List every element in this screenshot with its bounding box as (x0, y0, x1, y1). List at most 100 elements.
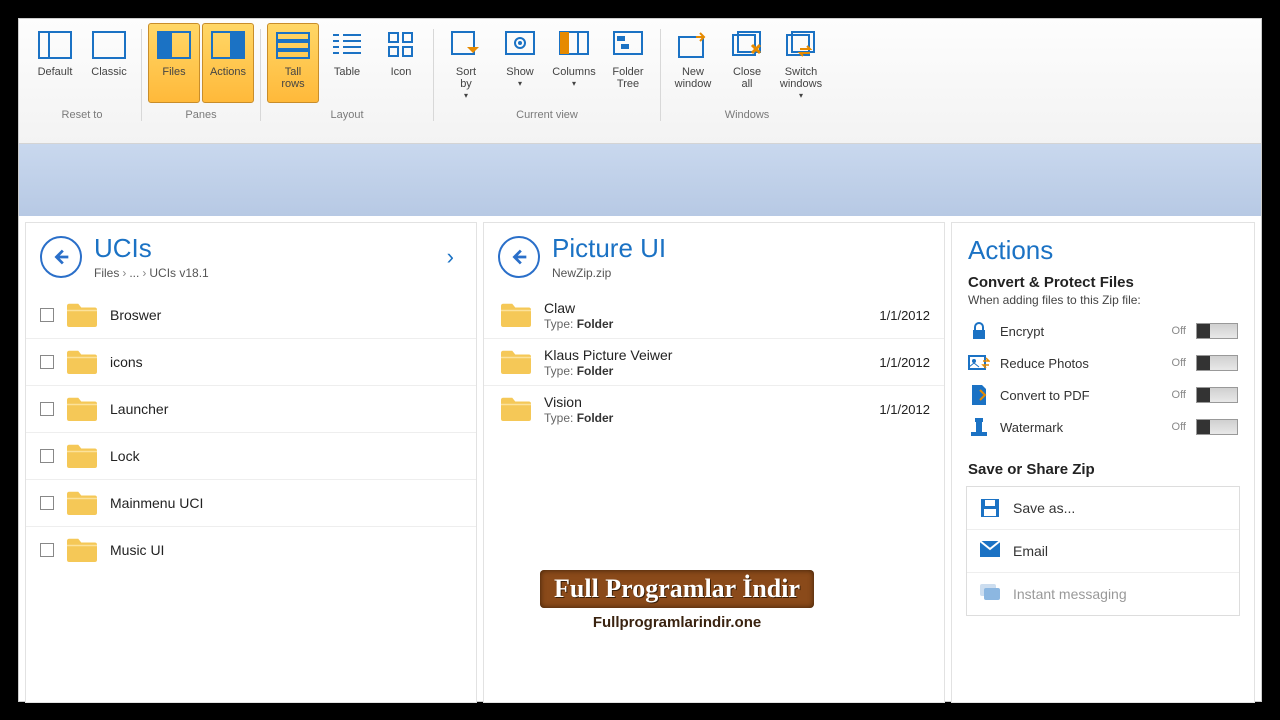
checkbox[interactable] (40, 496, 54, 510)
convert-heading: Convert & Protect Files (952, 270, 1254, 293)
file-name: Lock (110, 448, 462, 464)
encrypt-toggle[interactable] (1196, 323, 1238, 339)
group-label: Panes (185, 109, 216, 121)
toggle-label: Convert to PDF (1000, 388, 1162, 403)
left-pane-breadcrumb[interactable]: Files›...›UCIs v18.1 (94, 266, 209, 280)
address-bar (19, 144, 1261, 216)
checkbox[interactable] (40, 449, 54, 463)
breadcrumb-segment[interactable]: UCIs v18.1 (149, 266, 208, 280)
columns-icon (557, 28, 591, 62)
file-row[interactable]: Mainmenu UCI (26, 479, 476, 526)
reduce-photos-row: Reduce PhotosOff (952, 347, 1254, 379)
file-row[interactable]: Broswer (26, 292, 476, 338)
convert-pdf-icon (968, 384, 990, 406)
file-date: 1/1/2012 (879, 355, 930, 370)
file-name: Broswer (110, 307, 462, 323)
mid-pane-path[interactable]: NewZip.zip (552, 266, 666, 280)
file-row[interactable]: Launcher (26, 385, 476, 432)
back-button[interactable] (40, 236, 82, 278)
zip-contents-pane: Picture UI NewZip.zip ClawType: Folder1/… (483, 222, 945, 703)
table-icon (330, 28, 364, 62)
breadcrumb-segment[interactable]: ... (129, 266, 139, 280)
save-as-button[interactable]: Save as... (967, 487, 1239, 530)
group-label: Layout (330, 109, 363, 121)
close-all-icon (730, 28, 764, 62)
checkbox[interactable] (40, 308, 54, 322)
email-button[interactable]: Email (967, 530, 1239, 573)
forward-button[interactable]: › (439, 244, 462, 270)
folder-tree-icon (611, 28, 645, 62)
reduce-photos-icon (968, 352, 990, 374)
classic-button[interactable]: Classic (83, 23, 135, 103)
file-name: Klaus Picture Veiwer (544, 347, 879, 363)
switch-windows-button[interactable]: Switch windows▾ (775, 23, 827, 103)
table-button[interactable]: Table (321, 23, 373, 103)
watermark-row: WatermarkOff (952, 411, 1254, 443)
file-name: Music UI (110, 542, 462, 558)
file-name: icons (110, 354, 462, 370)
convert-desc: When adding files to this Zip file: (952, 293, 1254, 315)
actions-button[interactable]: Actions (202, 23, 254, 103)
checkbox[interactable] (40, 402, 54, 416)
dropdown-icon: ▾ (572, 79, 576, 88)
save-as-icon (979, 497, 1001, 519)
file-row[interactable]: Music UI (26, 526, 476, 573)
watermark-toggle[interactable] (1196, 419, 1238, 435)
dropdown-icon: ▾ (799, 91, 803, 100)
folder-tree-button[interactable]: Folder Tree (602, 23, 654, 103)
share-heading: Save or Share Zip (952, 457, 1254, 480)
new-window-button[interactable]: New window (667, 23, 719, 103)
reduce-photos-toggle[interactable] (1196, 355, 1238, 371)
instant-messaging-button[interactable]: Instant messaging (967, 573, 1239, 615)
convert-pdf-toggle[interactable] (1196, 387, 1238, 403)
checkbox[interactable] (40, 355, 54, 369)
instant-messaging-icon (979, 583, 1001, 605)
columns-button[interactable]: Columns▾ (548, 23, 600, 103)
back-button[interactable] (498, 236, 540, 278)
mid-pane-title: Picture UI (552, 233, 666, 264)
dropdown-icon: ▾ (518, 79, 522, 88)
ribbon: DefaultClassicReset toFilesActionsPanesT… (19, 19, 1261, 144)
group-label: Current view (516, 109, 578, 121)
watermark-icon (968, 416, 990, 438)
show-button[interactable]: Show▾ (494, 23, 546, 103)
sort-by-button[interactable]: Sort by▾ (440, 23, 492, 103)
toggle-label: Watermark (1000, 420, 1162, 435)
file-name: Claw (544, 300, 879, 316)
default-button[interactable]: Default (29, 23, 81, 103)
file-row[interactable]: Lock (26, 432, 476, 479)
close-all-button[interactable]: Close all (721, 23, 773, 103)
icon-icon (384, 28, 418, 62)
checkbox[interactable] (40, 543, 54, 557)
left-pane-title: UCIs (94, 233, 209, 264)
tall-rows-icon (276, 28, 310, 62)
file-row[interactable]: VisionType: Folder1/1/2012 (484, 385, 944, 432)
icon-button[interactable]: Icon (375, 23, 427, 103)
default-icon (38, 28, 72, 62)
files-icon (157, 28, 191, 62)
actions-title: Actions (952, 223, 1254, 270)
file-name: Mainmenu UCI (110, 495, 462, 511)
toggle-label: Encrypt (1000, 324, 1162, 339)
files-button[interactable]: Files (148, 23, 200, 103)
group-label: Windows (725, 109, 770, 121)
files-pane: UCIs Files›...›UCIs v18.1 › Broswer icons… (25, 222, 477, 703)
convert-pdf-row: Convert to PDFOff (952, 379, 1254, 411)
file-date: 1/1/2012 (879, 402, 930, 417)
switch-windows-icon (784, 28, 818, 62)
breadcrumb-segment[interactable]: Files (94, 266, 119, 280)
actions-icon (211, 28, 245, 62)
file-name: Launcher (110, 401, 462, 417)
show-icon (503, 28, 537, 62)
sort-by-icon (449, 28, 483, 62)
file-row[interactable]: icons (26, 338, 476, 385)
email-icon (979, 540, 1001, 562)
file-row[interactable]: ClawType: Folder1/1/2012 (484, 292, 944, 338)
file-row[interactable]: Klaus Picture VeiwerType: Folder1/1/2012 (484, 338, 944, 385)
actions-pane: Actions Convert & Protect Files When add… (951, 222, 1255, 703)
toggle-label: Reduce Photos (1000, 356, 1162, 371)
encrypt-row: EncryptOff (952, 315, 1254, 347)
classic-icon (92, 28, 126, 62)
file-date: 1/1/2012 (879, 308, 930, 323)
tall-rows-button[interactable]: Tall rows (267, 23, 319, 103)
